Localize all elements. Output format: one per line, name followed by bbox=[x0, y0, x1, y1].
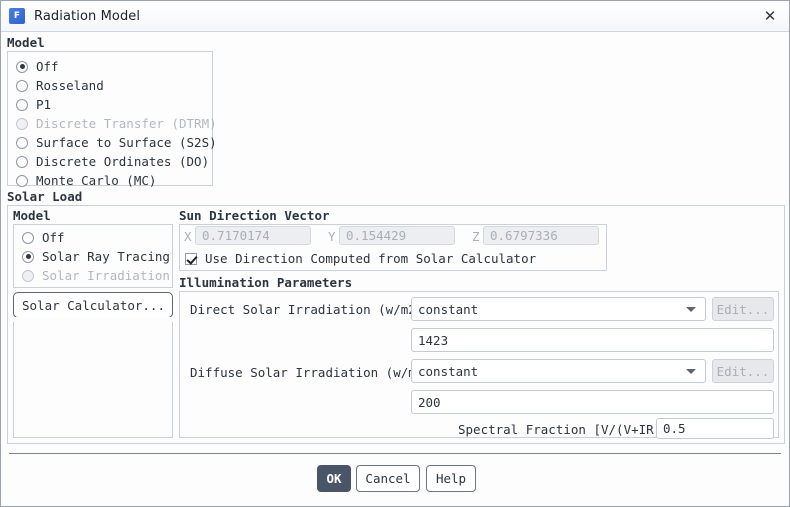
sun-z-input: 0.6797336 bbox=[483, 226, 599, 245]
radio-indicator bbox=[16, 79, 28, 92]
spectral-fraction-label: Spectral Fraction [V/(V+IR)] bbox=[458, 422, 669, 437]
sun-direction-label: Sun Direction Vector bbox=[179, 208, 330, 223]
radio-model-do[interactable]: Discrete Ordinates (DO) bbox=[8, 152, 212, 171]
cancel-button[interactable]: Cancel bbox=[356, 465, 420, 492]
radio-model-mc[interactable]: Monte Carlo (MC) bbox=[8, 171, 212, 190]
radio-indicator bbox=[16, 155, 28, 168]
solar-model-group-box: Off Solar Ray Tracing Solar Irradiation bbox=[13, 224, 173, 288]
radio-indicator bbox=[16, 117, 28, 130]
radio-indicator bbox=[16, 136, 28, 149]
model-group-box: Off Rosseland P1 Discrete Transfer (DTRM… bbox=[7, 51, 217, 188]
dropdown-value: constant bbox=[418, 363, 479, 379]
diffuse-solar-irradiation-method-dropdown[interactable]: constant bbox=[411, 359, 706, 383]
use-solar-calculator-direction-checkbox[interactable]: Use Direction Computed from Solar Calcul… bbox=[185, 251, 536, 266]
sun-x-input: 0.7170174 bbox=[195, 226, 311, 245]
radiation-model-dialog: F Radiation Model ✕ Model Off Rosseland … bbox=[0, 0, 790, 507]
radio-model-rosseland[interactable]: Rosseland bbox=[8, 76, 212, 95]
radio-model-off[interactable]: Off bbox=[8, 57, 212, 76]
model-group-label: Model bbox=[7, 35, 45, 50]
solar-load-group-label: Solar Load bbox=[7, 189, 83, 204]
illumination-parameters-label: Illumination Parameters bbox=[179, 275, 353, 290]
radio-label: Discrete Transfer (DTRM) bbox=[36, 116, 217, 131]
radio-indicator bbox=[22, 231, 34, 244]
chevron-down-icon bbox=[686, 307, 696, 312]
solar-model-group-label: Model bbox=[13, 208, 51, 223]
radio-label: Solar Ray Tracing bbox=[42, 249, 170, 264]
chevron-down-icon bbox=[686, 369, 696, 374]
sun-z-label: Z bbox=[472, 229, 480, 244]
checkbox-label: Use Direction Computed from Solar Calcul… bbox=[205, 251, 537, 266]
radio-label: Monte Carlo (MC) bbox=[36, 173, 157, 188]
direct-solar-irradiation-value-input[interactable]: 1423 bbox=[411, 328, 774, 352]
fluent-app-icon: F bbox=[9, 8, 25, 24]
radio-solar-off[interactable]: Off bbox=[14, 228, 172, 247]
direct-solar-irradiation-edit-button: Edit... bbox=[712, 297, 774, 321]
direct-solar-irradiation-method-dropdown[interactable]: constant bbox=[411, 297, 706, 321]
radio-indicator bbox=[16, 174, 28, 187]
footer-separator bbox=[9, 453, 781, 454]
panel-seam-cover bbox=[14, 317, 172, 325]
radio-solar-irradiation: Solar Irradiation bbox=[14, 266, 172, 285]
radio-label: P1 bbox=[36, 97, 52, 112]
radio-indicator bbox=[22, 269, 34, 282]
diffuse-solar-irradiation-value-input[interactable]: 200 bbox=[411, 390, 774, 414]
ok-button[interactable]: OK bbox=[317, 465, 351, 492]
radio-indicator bbox=[16, 60, 28, 73]
sun-y-label: Y bbox=[328, 229, 336, 244]
radio-label: Surface to Surface (S2S) bbox=[36, 135, 217, 150]
diffuse-solar-irradiation-label: Diffuse Solar Irradiation (w/m2) bbox=[190, 365, 431, 380]
radio-model-p1[interactable]: P1 bbox=[8, 95, 212, 114]
radio-solar-ray-tracing[interactable]: Solar Ray Tracing bbox=[14, 247, 172, 266]
radio-label: Rosseland bbox=[36, 78, 104, 93]
radio-indicator bbox=[22, 250, 34, 263]
radio-model-s2s[interactable]: Surface to Surface (S2S) bbox=[8, 133, 217, 152]
diffuse-solar-irradiation-edit-button: Edit... bbox=[712, 359, 774, 383]
dropdown-value: constant bbox=[418, 301, 479, 317]
radio-indicator bbox=[16, 98, 28, 111]
sun-x-label: X bbox=[184, 229, 192, 244]
sun-y-input: 0.154429 bbox=[339, 226, 455, 245]
radio-label: Solar Irradiation bbox=[42, 268, 170, 283]
checkbox-indicator bbox=[185, 252, 197, 265]
spectral-fraction-input[interactable]: 0.5 bbox=[656, 418, 774, 439]
solar-left-panel-filler bbox=[13, 322, 173, 438]
solar-calculator-button[interactable]: Solar Calculator... bbox=[13, 292, 173, 318]
radio-model-dtrm: Discrete Transfer (DTRM) bbox=[8, 114, 217, 133]
direct-solar-irradiation-label: Direct Solar Irradiation (w/m2) bbox=[190, 302, 424, 317]
help-button[interactable]: Help bbox=[426, 465, 476, 492]
window-title: Radiation Model bbox=[34, 8, 141, 24]
titlebar: F Radiation Model ✕ bbox=[1, 1, 789, 32]
radio-label: Off bbox=[36, 59, 59, 74]
close-icon[interactable]: ✕ bbox=[755, 4, 785, 28]
radio-label: Discrete Ordinates (DO) bbox=[36, 154, 210, 169]
radio-label: Off bbox=[42, 230, 65, 245]
